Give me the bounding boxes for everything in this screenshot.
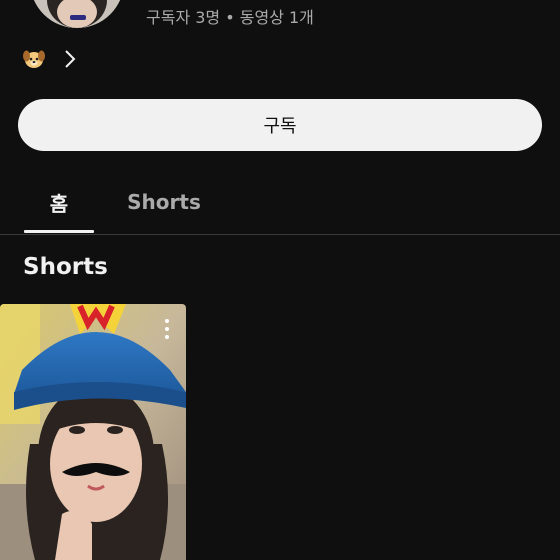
shorts-section-title: Shorts (23, 254, 108, 280)
channel-tabs: 홈 Shorts (0, 172, 560, 235)
channel-links-row[interactable] (22, 46, 76, 72)
channel-stats: 구독자 3명 • 동영상 1개 (146, 8, 314, 27)
chevron-right-icon[interactable] (64, 49, 76, 69)
tab-home[interactable]: 홈 (24, 172, 94, 233)
dog-face-icon (23, 50, 45, 68)
shorts-video-thumbnail[interactable] (0, 304, 186, 560)
channel-avatar[interactable] (30, 0, 124, 28)
subscribe-button[interactable]: 구독 (18, 99, 542, 151)
tab-shorts[interactable]: Shorts (122, 172, 206, 232)
more-vert-icon[interactable] (160, 318, 174, 340)
